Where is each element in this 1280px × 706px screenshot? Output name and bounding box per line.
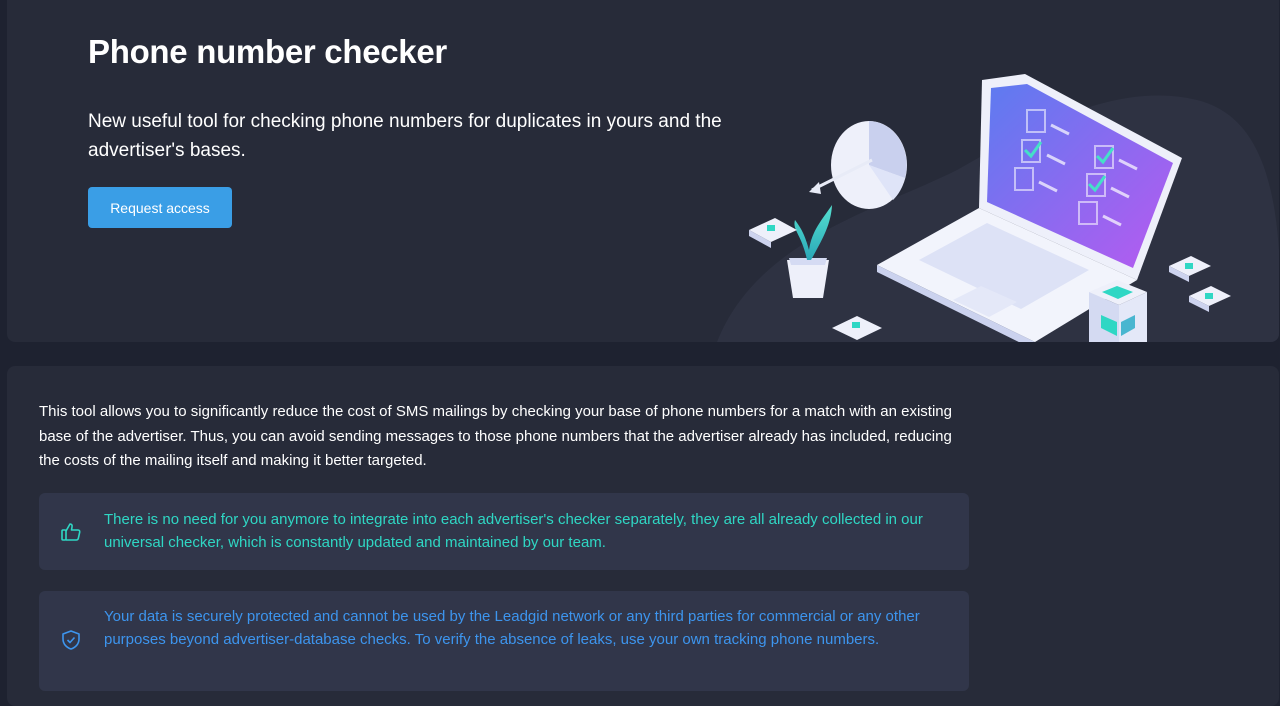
thumbs-up-icon <box>59 520 83 544</box>
hero-subtitle: New useful tool for checking phone numbe… <box>88 111 722 161</box>
page-title: Phone number checker <box>88 33 447 70</box>
shield-check-icon <box>59 628 83 652</box>
info-note-security: Your data is securely protected and cann… <box>39 591 969 691</box>
info-note-text: There is no need for you anymore to inte… <box>104 511 923 551</box>
hero-banner: Phone number checker New useful tool for… <box>7 0 1279 342</box>
info-note-text: Your data is securely protected and cann… <box>104 608 920 648</box>
info-note-integration: There is no need for you anymore to inte… <box>39 493 969 570</box>
request-access-button[interactable]: Request access <box>88 187 232 228</box>
tool-description: This tool allows you to significantly re… <box>39 403 952 469</box>
laptop-checklist-illustration <box>717 74 1279 342</box>
content-panel: This tool allows you to significantly re… <box>7 366 1279 706</box>
